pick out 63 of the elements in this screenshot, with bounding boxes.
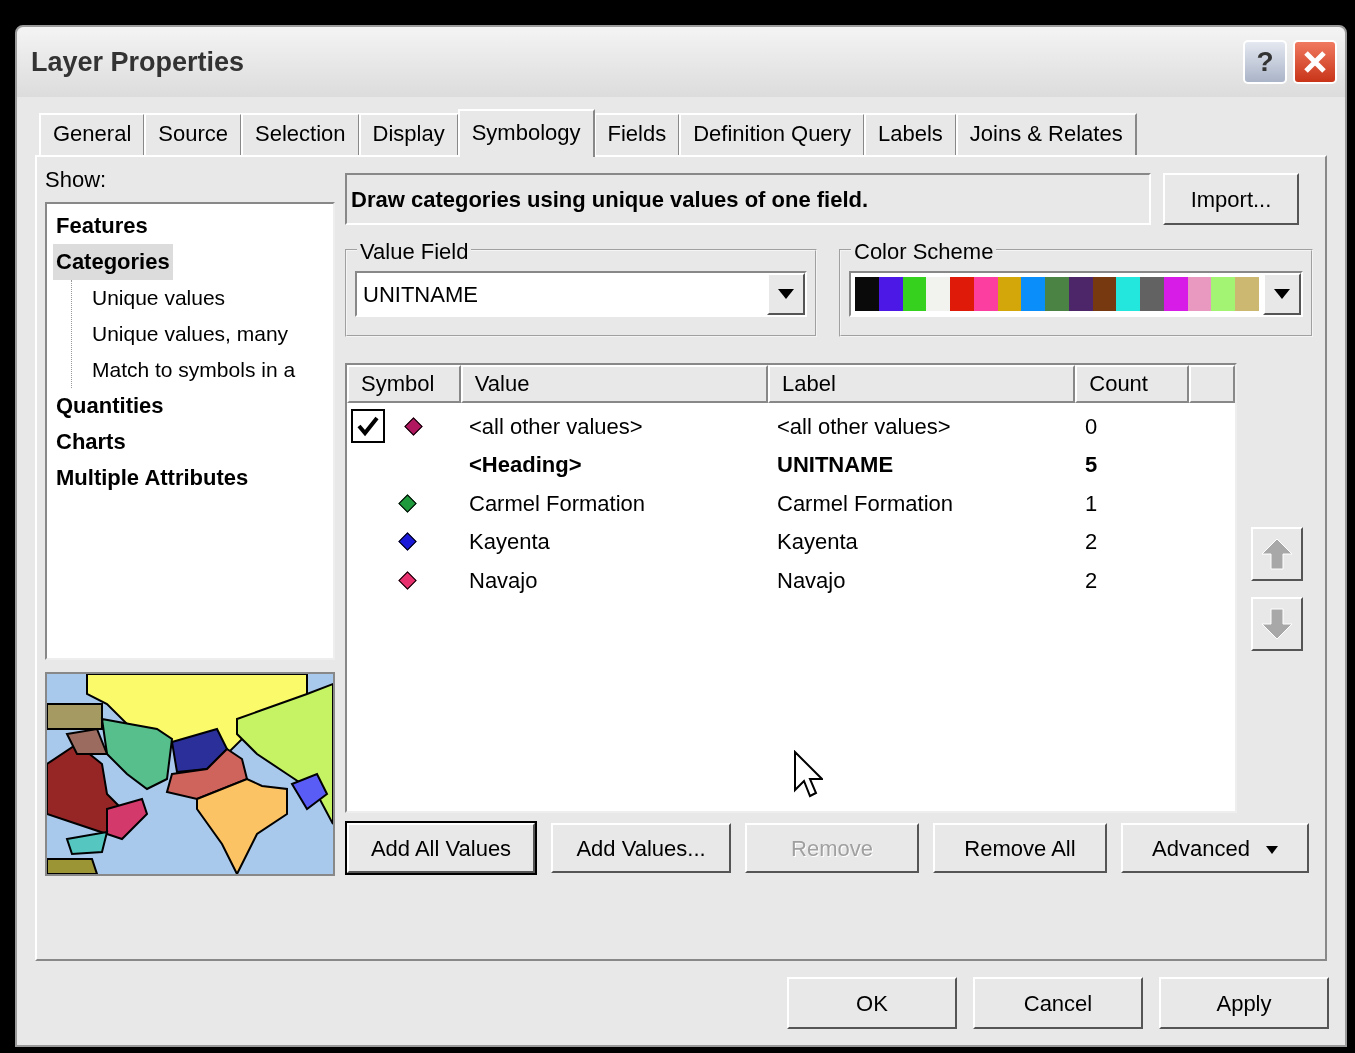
- table-cell-text: UNITNAME: [776, 451, 895, 480]
- tab[interactable]: Selection: [241, 113, 360, 155]
- tab[interactable]: Symbology: [457, 109, 595, 157]
- table-cell-text: Kayenta: [468, 528, 551, 557]
- window-title: Layer Properties: [31, 45, 246, 79]
- table-cell-text: Navajo: [776, 566, 847, 595]
- move-up-button[interactable]: [1251, 527, 1303, 581]
- table-cell-text: Kayenta: [776, 528, 859, 557]
- move-down-button[interactable]: [1251, 597, 1303, 651]
- action-button[interactable]: Add All Values: [347, 823, 535, 873]
- import-button[interactable]: Import...: [1163, 173, 1299, 225]
- dialog-button[interactable]: OK: [787, 977, 957, 1029]
- column-header[interactable]: Label: [768, 365, 1076, 403]
- close-icon: [1302, 49, 1328, 75]
- action-button[interactable]: Remove All: [933, 823, 1107, 873]
- tree-item[interactable]: Multiple Attributes: [53, 460, 252, 496]
- color-scheme-dropdown[interactable]: [849, 271, 1303, 317]
- up-arrow-icon: [1260, 537, 1294, 571]
- column-header[interactable]: Value: [460, 365, 768, 403]
- table-cell-text: <Heading>: [468, 451, 583, 480]
- column-header[interactable]: [1189, 365, 1235, 403]
- value-field-dropdown[interactable]: UNITNAME: [355, 271, 807, 317]
- table-cell-text: 1: [1084, 489, 1099, 518]
- tab[interactable]: Labels: [863, 113, 957, 155]
- mouse-cursor-icon: [793, 750, 823, 800]
- close-button[interactable]: [1293, 40, 1337, 84]
- table-cell-text: 0: [1084, 412, 1099, 441]
- table-cell-text: Carmel Formation: [468, 489, 647, 518]
- tab[interactable]: Joins & Relates: [955, 113, 1137, 155]
- tab[interactable]: Source: [144, 113, 242, 155]
- down-arrow-icon: [1260, 607, 1294, 641]
- field-value: UNITNAME: [362, 280, 479, 309]
- table-cell-text: 2: [1084, 528, 1099, 557]
- description-text: Draw categories using unique values of one field.: [345, 173, 1151, 225]
- dropdown-arrow-icon: [1274, 289, 1290, 299]
- caret-icon: [1265, 845, 1278, 854]
- tab[interactable]: Definition Query: [679, 113, 865, 155]
- dropdown-arrow-icon: [778, 289, 794, 299]
- tree-item[interactable]: Unique values: [88, 280, 226, 316]
- action-button[interactable]: Add Values...: [551, 823, 731, 873]
- table-cell-text: 2: [1084, 566, 1099, 595]
- tree-item[interactable]: Unique values, many: [88, 316, 289, 352]
- tree-item[interactable]: Categories: [53, 244, 173, 280]
- tree-item[interactable]: Quantities: [53, 388, 167, 424]
- tree-item[interactable]: Charts: [53, 424, 129, 460]
- table-cell-text: Carmel Formation: [776, 489, 955, 518]
- checkbox[interactable]: [351, 409, 385, 444]
- tree-item[interactable]: Match to symbols in a: [88, 352, 296, 388]
- menu-button[interactable]: Advanced: [1121, 823, 1309, 873]
- tree-item[interactable]: Features: [53, 208, 151, 244]
- show-label: Show:: [45, 167, 107, 192]
- table-cell-text: <all other values>: [776, 412, 952, 441]
- dialog-button[interactable]: Cancel: [973, 977, 1143, 1029]
- tab[interactable]: General: [39, 113, 146, 155]
- table-cell-text: <all other values>: [468, 412, 644, 441]
- table-cell-text: Navajo: [468, 566, 539, 595]
- table-cell-text: 5: [1084, 451, 1099, 480]
- tab[interactable]: Fields: [593, 113, 681, 155]
- column-header[interactable]: Symbol: [347, 365, 461, 403]
- column-header[interactable]: Count: [1075, 365, 1190, 403]
- help-button[interactable]: ?: [1243, 40, 1287, 84]
- tab[interactable]: Display: [358, 113, 459, 155]
- dialog-button[interactable]: Apply: [1159, 977, 1329, 1029]
